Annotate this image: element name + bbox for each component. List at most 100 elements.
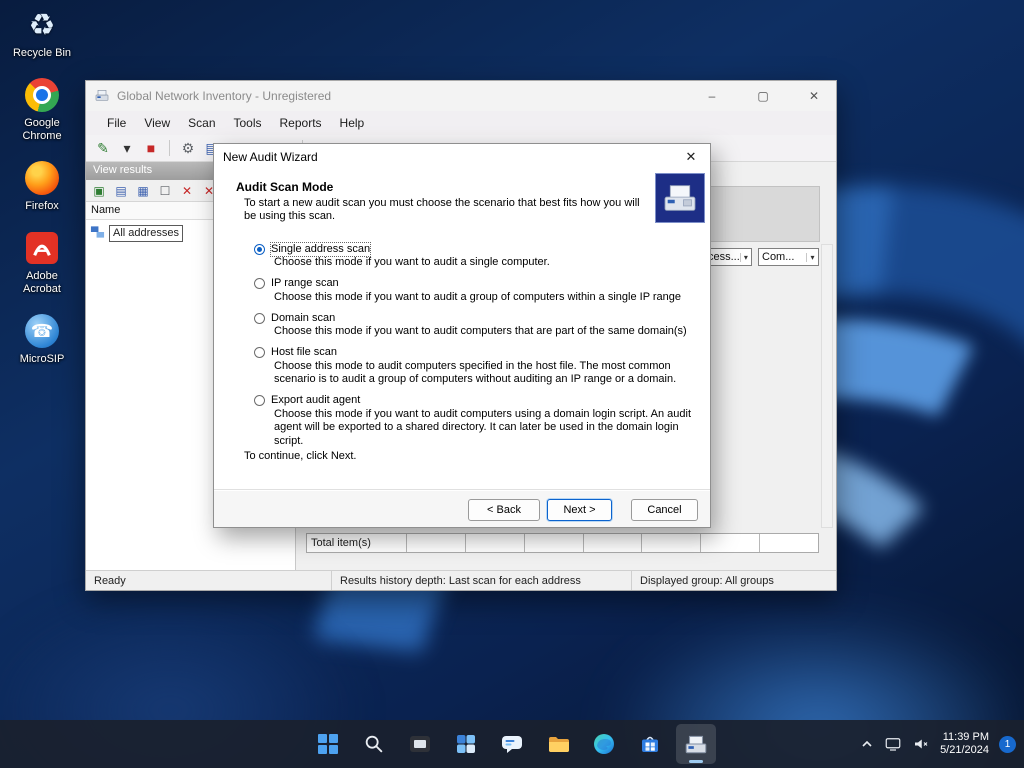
gni-app-icon	[685, 735, 707, 754]
minimize-button[interactable]: –	[690, 81, 734, 111]
continue-note: To continue, click Next.	[244, 450, 357, 462]
desktop-icon-microsip[interactable]: ☎ MicroSIP	[6, 312, 78, 366]
desktop-icon-recycle-bin[interactable]: ♻ Recycle Bin	[6, 6, 78, 60]
column-filter-dropdown[interactable]: cess... ▾	[704, 248, 752, 266]
tree-item-label[interactable]: All addresses	[109, 225, 184, 242]
search-icon	[365, 735, 383, 753]
column-filter-dropdown[interactable]: Com... ▾	[758, 248, 819, 266]
radio-button[interactable]	[254, 278, 265, 289]
scan-wizard-icon[interactable]: ✎	[95, 141, 111, 155]
menu-view[interactable]: View	[135, 113, 179, 133]
window-titlebar[interactable]: Global Network Inventory - Unregistered …	[86, 81, 836, 111]
dialog-close-icon[interactable]: ✕	[681, 149, 701, 165]
recycle-bin-icon: ♻	[28, 8, 56, 42]
menu-bar: File View Scan Tools Reports Help	[86, 111, 836, 135]
wizard-logo-icon	[655, 173, 705, 223]
new-audit-wizard-dialog: New Audit Wizard ✕ Audit Scan Mode To st…	[213, 143, 711, 528]
file-explorer-button[interactable]	[538, 724, 578, 764]
chevron-down-icon[interactable]: ▾	[806, 252, 818, 262]
toolbar-separator	[169, 140, 170, 156]
menu-tools[interactable]: Tools	[225, 113, 271, 133]
gni-taskbar-button[interactable]	[676, 724, 716, 764]
dialog-description: To start a new audit scan you must choos…	[244, 197, 640, 222]
desktop-icon-label: Firefox	[25, 200, 59, 212]
cancel-button[interactable]: Cancel	[631, 499, 698, 521]
edge-button[interactable]	[584, 724, 624, 764]
radio-description: Choose this mode if you want to audit a …	[274, 256, 550, 268]
total-cell	[701, 534, 761, 552]
maximize-button[interactable]: ▢	[741, 81, 785, 111]
stop-scan-icon[interactable]: ■	[143, 141, 159, 155]
close-button[interactable]: ✕	[792, 81, 836, 111]
group-view-icon[interactable]: ▤	[114, 184, 128, 198]
option-ip-range-scan[interactable]: IP range scan Choose this mode if you wa…	[254, 277, 702, 305]
radio-label[interactable]: Host file scan	[271, 346, 337, 359]
radio-button[interactable]	[254, 395, 265, 406]
volume-icon[interactable]	[912, 735, 930, 753]
menu-help[interactable]: Help	[331, 113, 374, 133]
folder-icon	[549, 737, 569, 752]
radio-label[interactable]: Export audit agent	[271, 394, 360, 407]
chevron-down-icon[interactable]: ▾	[739, 252, 751, 262]
menu-reports[interactable]: Reports	[271, 113, 331, 133]
firefox-icon	[25, 161, 59, 195]
radio-label[interactable]: IP range scan	[271, 277, 339, 290]
taskbar: 11:39 PM 5/21/2024 1	[0, 720, 1024, 768]
vertical-scrollbar[interactable]	[821, 244, 833, 528]
clear-icon[interactable]: ☐	[158, 184, 172, 198]
acrobat-icon	[26, 232, 58, 264]
scan-menu-icon[interactable]: ▾	[119, 141, 135, 155]
widgets-button[interactable]	[446, 724, 486, 764]
desktop-icon-label: Adobe Acrobat	[23, 270, 61, 295]
total-cell	[584, 534, 643, 552]
start-button[interactable]	[308, 724, 348, 764]
desktop-icon-list: ♻ Recycle Bin Google Chrome Firefox Adob…	[6, 6, 78, 366]
tray-chevron-up-icon[interactable]	[860, 737, 874, 751]
radio-description: Choose this mode if you want to audit co…	[274, 325, 687, 337]
desktop-icon-firefox[interactable]: Firefox	[6, 159, 78, 213]
option-single-address-scan[interactable]: Single address scan Choose this mode if …	[254, 241, 702, 270]
taskbar-clock[interactable]: 11:39 PM 5/21/2024	[940, 731, 989, 757]
task-view-icon	[410, 736, 430, 752]
radio-description: Choose this mode if you want to audit co…	[274, 407, 692, 447]
scan-mode-options: Single address scan Choose this mode if …	[254, 241, 702, 455]
system-tray: 11:39 PM 5/21/2024 1	[860, 720, 1016, 768]
desktop-icon-google-chrome[interactable]: Google Chrome	[6, 76, 78, 143]
radio-label[interactable]: Single address scan	[269, 241, 372, 257]
total-cell	[466, 534, 525, 552]
status-history-depth: Results history depth: Last scan for eac…	[332, 571, 632, 590]
dialog-titlebar[interactable]: New Audit Wizard ✕	[214, 144, 710, 170]
radio-button[interactable]	[254, 243, 265, 255]
total-label-cell: Total item(s)	[307, 534, 407, 552]
chat-button[interactable]	[492, 724, 532, 764]
desktop-icon-adobe-acrobat[interactable]: Adobe Acrobat	[6, 229, 78, 296]
radio-label[interactable]: Domain scan	[271, 312, 335, 325]
task-view-button[interactable]	[400, 724, 440, 764]
notification-badge[interactable]: 1	[999, 735, 1016, 753]
next-button[interactable]: Next >	[547, 499, 612, 521]
desktop-icon-label: Recycle Bin	[12, 47, 72, 59]
filter-value: cess...	[708, 251, 740, 263]
total-cell	[642, 534, 702, 552]
option-host-file-scan[interactable]: Host file scan Choose this mode to audit…	[254, 346, 702, 387]
total-cell	[525, 534, 584, 552]
menu-file[interactable]: File	[98, 113, 135, 133]
options-icon[interactable]: ⚙	[180, 141, 196, 155]
back-button[interactable]: < Back	[468, 499, 540, 521]
network-icon[interactable]	[884, 735, 902, 753]
window-title: Global Network Inventory - Unregistered	[117, 89, 332, 103]
store-button[interactable]	[630, 724, 670, 764]
delete-address-icon[interactable]: ✕	[180, 184, 194, 198]
scan-host-icon[interactable]: ▣	[92, 184, 106, 198]
option-domain-scan[interactable]: Domain scan Choose this mode if you want…	[254, 311, 702, 339]
desktop-icon-label: MicroSIP	[19, 353, 65, 365]
search-button[interactable]	[354, 724, 394, 764]
radio-button[interactable]	[254, 312, 265, 324]
status-displayed-group: Displayed group: All groups	[640, 574, 774, 587]
option-export-audit-agent[interactable]: Export audit agent Choose this mode if y…	[254, 394, 702, 449]
microsip-phone-icon: ☎	[25, 314, 59, 348]
radio-button[interactable]	[254, 347, 265, 358]
total-cell	[407, 534, 466, 552]
menu-scan[interactable]: Scan	[179, 113, 224, 133]
grid-icon[interactable]: ▦	[136, 184, 150, 198]
